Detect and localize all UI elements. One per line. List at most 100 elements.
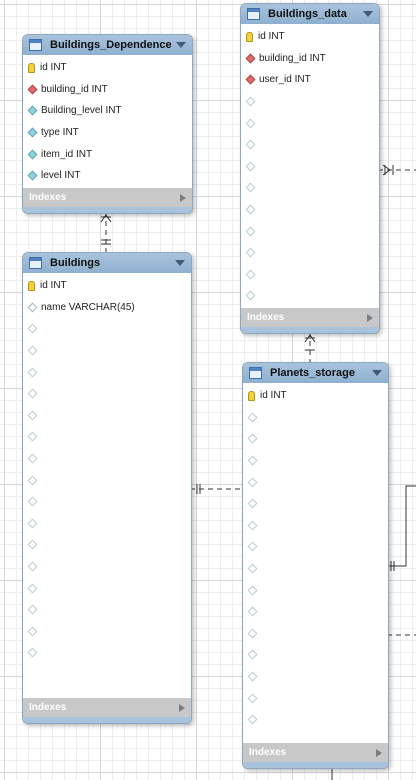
primary-key-icon bbox=[246, 31, 253, 42]
empty-column-diamond-icon bbox=[27, 453, 38, 464]
column-row[interactable] bbox=[243, 623, 388, 645]
column-row[interactable] bbox=[241, 242, 379, 264]
column-row[interactable] bbox=[23, 577, 191, 599]
table-header[interactable]: Buildings_Dependence bbox=[23, 35, 192, 55]
indexes-label: Indexes bbox=[249, 747, 287, 758]
column-row[interactable] bbox=[23, 318, 191, 340]
column-row[interactable] bbox=[243, 515, 388, 537]
table-planets-storage[interactable]: Planets_storage id INT Indexes bbox=[242, 362, 389, 769]
column-row[interactable] bbox=[23, 426, 191, 448]
column-row[interactable]: id INT bbox=[23, 275, 191, 297]
column-row[interactable] bbox=[243, 644, 388, 666]
expand-arrow-icon[interactable] bbox=[179, 703, 185, 712]
column-row[interactable] bbox=[23, 405, 191, 427]
column-row[interactable] bbox=[243, 687, 388, 709]
column-row[interactable] bbox=[243, 450, 388, 472]
not-null-diamond-icon bbox=[27, 170, 38, 181]
table-bottom-bar bbox=[241, 327, 379, 333]
indexes-section[interactable]: Indexes bbox=[23, 188, 192, 207]
column-row[interactable] bbox=[243, 558, 388, 580]
primary-key-icon bbox=[28, 62, 35, 73]
column-row[interactable] bbox=[241, 220, 379, 242]
empty-column-diamond-icon bbox=[247, 628, 258, 639]
empty-column-diamond-icon bbox=[247, 477, 258, 488]
column-row[interactable] bbox=[23, 513, 191, 535]
table-icon bbox=[29, 257, 42, 269]
table-title: Buildings bbox=[50, 257, 101, 269]
collapse-arrow-icon[interactable] bbox=[175, 260, 185, 266]
empty-column-diamond-icon bbox=[27, 539, 38, 550]
column-label: item_id INT bbox=[41, 148, 93, 160]
column-row[interactable] bbox=[241, 134, 379, 156]
table-icon bbox=[249, 367, 262, 379]
not-null-diamond-icon bbox=[27, 127, 38, 138]
column-row[interactable] bbox=[241, 91, 379, 113]
empty-column-diamond-icon bbox=[27, 324, 38, 334]
expand-arrow-icon[interactable] bbox=[376, 748, 382, 757]
column-row[interactable] bbox=[241, 199, 379, 221]
empty-column-diamond-icon bbox=[245, 247, 256, 258]
column-row[interactable] bbox=[23, 361, 191, 383]
collapse-arrow-icon[interactable] bbox=[363, 11, 373, 17]
empty-column-diamond-icon bbox=[247, 693, 258, 704]
table-header[interactable]: Planets_storage bbox=[243, 363, 388, 383]
column-row[interactable] bbox=[241, 156, 379, 178]
column-row[interactable] bbox=[241, 112, 379, 134]
column-row[interactable] bbox=[243, 471, 388, 493]
column-row[interactable] bbox=[243, 709, 388, 731]
empty-column-diamond-icon bbox=[247, 563, 258, 574]
collapse-arrow-icon[interactable] bbox=[176, 42, 186, 48]
expand-arrow-icon[interactable] bbox=[180, 193, 186, 202]
expand-arrow-icon[interactable] bbox=[367, 313, 373, 322]
column-row[interactable] bbox=[243, 428, 388, 450]
column-row[interactable] bbox=[241, 264, 379, 286]
collapse-arrow-icon[interactable] bbox=[372, 370, 382, 376]
empty-column-diamond-icon bbox=[247, 412, 258, 423]
primary-key-icon bbox=[248, 390, 255, 401]
column-list: id INT building_id INT Building_level INT t… bbox=[23, 55, 192, 187]
column-row[interactable]: item_id INT bbox=[23, 143, 192, 165]
column-row[interactable] bbox=[23, 599, 191, 621]
column-label: Building_level INT bbox=[41, 105, 122, 117]
column-row[interactable]: name VARCHAR(45) bbox=[23, 297, 191, 319]
column-row[interactable]: Building_level INT bbox=[23, 100, 192, 122]
column-row[interactable]: type INT bbox=[23, 122, 192, 144]
table-buildings[interactable]: Buildings id INT name VARCHAR(45) Indexes bbox=[22, 252, 192, 724]
column-row[interactable]: user_id INT bbox=[241, 69, 379, 91]
column-row[interactable]: level INT bbox=[23, 165, 192, 187]
column-row[interactable]: building_id INT bbox=[23, 79, 192, 101]
indexes-section[interactable]: Indexes bbox=[243, 743, 388, 762]
table-header[interactable]: Buildings_data bbox=[241, 4, 379, 24]
indexes-section[interactable]: Indexes bbox=[23, 698, 191, 717]
empty-column-diamond-icon bbox=[247, 498, 258, 509]
column-row[interactable] bbox=[23, 469, 191, 491]
column-row[interactable] bbox=[23, 621, 191, 643]
column-label: name VARCHAR(45) bbox=[41, 301, 135, 313]
column-row[interactable]: building_id INT bbox=[241, 48, 379, 70]
table-buildings-dependence[interactable]: Buildings_Dependence id INT building_id I… bbox=[22, 34, 193, 214]
column-row[interactable] bbox=[243, 493, 388, 515]
indexes-label: Indexes bbox=[29, 702, 67, 713]
column-row[interactable]: id INT bbox=[241, 26, 379, 48]
column-row[interactable] bbox=[23, 340, 191, 362]
table-buildings-data[interactable]: Buildings_data id INT building_id INT user… bbox=[240, 3, 380, 334]
primary-key-icon bbox=[28, 280, 35, 291]
column-row[interactable] bbox=[23, 642, 191, 664]
indexes-section[interactable]: Indexes bbox=[241, 308, 379, 327]
column-row[interactable] bbox=[23, 556, 191, 578]
table-header[interactable]: Buildings bbox=[23, 253, 191, 273]
column-row[interactable]: id INT bbox=[243, 385, 388, 407]
column-row[interactable] bbox=[23, 534, 191, 556]
table-title: Planets_storage bbox=[270, 367, 355, 379]
column-row[interactable] bbox=[23, 448, 191, 470]
column-row[interactable]: id INT bbox=[23, 57, 192, 79]
column-row[interactable] bbox=[243, 536, 388, 558]
column-row[interactable] bbox=[241, 285, 379, 307]
column-row[interactable] bbox=[241, 177, 379, 199]
column-row[interactable] bbox=[23, 383, 191, 405]
column-row[interactable] bbox=[243, 601, 388, 623]
column-row[interactable] bbox=[23, 491, 191, 513]
column-row[interactable] bbox=[243, 407, 388, 429]
column-row[interactable] bbox=[243, 579, 388, 601]
column-row[interactable] bbox=[243, 666, 388, 688]
